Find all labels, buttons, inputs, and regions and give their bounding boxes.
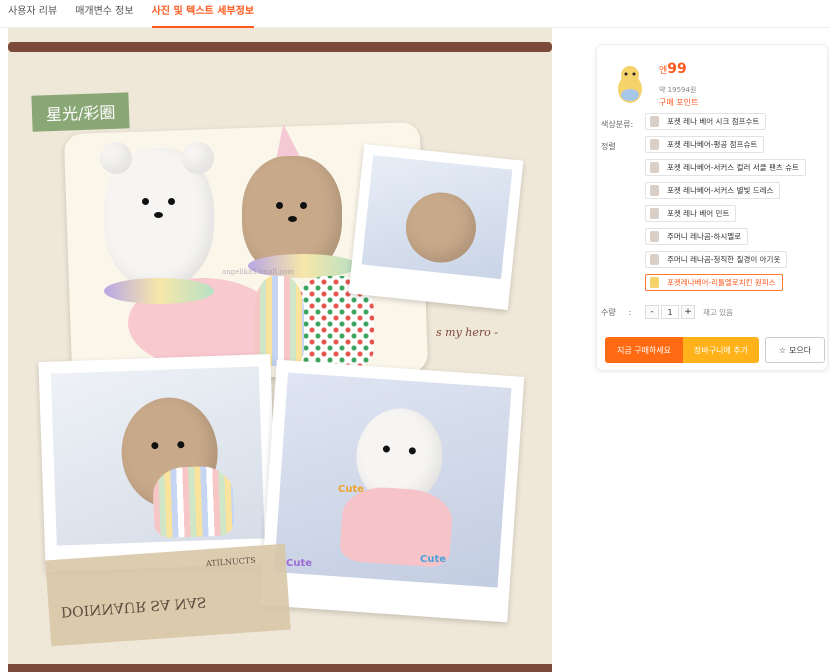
hero-caption: s my hero -	[436, 326, 498, 339]
option-thumbnail	[650, 116, 659, 127]
quantity-increase-button[interactable]: +	[681, 305, 695, 319]
option-item[interactable]: 포켓 레나베어-서커스 컬러 서클 팬츠 슈트	[645, 159, 806, 176]
newspaper-strip: DOINNAUR SA NAS ATILNUCTS	[45, 543, 291, 647]
quantity-input[interactable]: 1	[661, 305, 679, 319]
option-thumbnail	[650, 162, 659, 173]
white-bear-ring	[104, 278, 214, 304]
polaroid-bottom-right	[259, 359, 525, 623]
tab-user-reviews[interactable]: 사용자 리뷰	[8, 0, 57, 28]
purchase-points: 구매 포인트	[659, 98, 699, 107]
option-item-selected[interactable]: 포켓레나베어-리틀엘로치킨 원피스	[645, 274, 783, 291]
hero-title-label: 星光/彩圈	[31, 92, 131, 132]
tab-parameters[interactable]: 매개변수 정보	[75, 0, 133, 28]
white-bear	[100, 142, 214, 288]
option-thumbnail	[650, 185, 659, 196]
cute-sticker-1: Cute	[338, 484, 365, 495]
option-thumbnail	[650, 231, 659, 242]
option-item[interactable]: 포켓 레나 베어 민트	[645, 205, 737, 222]
option-item[interactable]: 주머니 레나곰-청직한 질경이 아기옷	[645, 251, 788, 268]
price: 엔99	[659, 61, 687, 77]
polaroid-top-right	[348, 144, 524, 310]
detail-tabs: 사용자 리뷰 매개변수 정보 사진 및 텍스트 세부정보	[0, 0, 830, 28]
tan-bear-striped-pants	[254, 276, 304, 366]
polaroid-bottom-left	[38, 354, 278, 572]
star-icon: ☆	[778, 345, 787, 355]
cute-sticker-3: Cute	[420, 554, 447, 565]
approx-price: 약 19594원	[659, 86, 697, 94]
price-section: 엔99 약 19594원 구매 포인트	[611, 55, 821, 107]
add-to-cart-button[interactable]: 장바구니에 추가	[683, 337, 759, 363]
option-thumbnail	[650, 277, 659, 288]
tab-photo-text-details[interactable]: 사진 및 텍스트 세부정보	[151, 0, 255, 28]
option-item[interactable]: 포켓 레나베어-서커스 별빛 드레스	[645, 182, 781, 199]
option-thumbnail	[650, 208, 659, 219]
cute-sticker-2: Cute	[286, 558, 313, 569]
product-detail-image: 星光/彩圈 s my hero - Cute Cute Cute DOINNAU…	[8, 28, 552, 672]
watermark: angelika5.tmall.com	[222, 268, 294, 276]
quantity-label: 수량 :	[601, 308, 632, 317]
torn-paper-top	[8, 42, 552, 52]
sort-label: 정렬	[601, 142, 616, 151]
purchase-card: 엔99 약 19594원 구매 포인트 색상분류: 정렬 포켓 레나 베어 시크…	[596, 44, 828, 371]
torn-paper-bottom	[8, 664, 552, 672]
option-thumbnail	[650, 139, 659, 150]
stock-status: 재고 있음	[703, 308, 733, 317]
quantity-stepper: - 1 +	[645, 305, 695, 319]
color-category-label: 색상분류:	[601, 120, 634, 129]
option-item[interactable]: 주머니 레나곰-하시멜로	[645, 228, 749, 245]
quantity-decrease-button[interactable]: -	[645, 305, 659, 319]
buy-now-button[interactable]: 지금 구매하세요	[605, 337, 683, 363]
option-item[interactable]: 포켓 레나베어-평공 점프슈트	[645, 136, 765, 153]
wishlist-button[interactable]: ☆ 모으다	[765, 337, 825, 363]
option-thumbnail	[650, 254, 659, 265]
action-buttons: 지금 구매하세요 장바구니에 추가 ☆ 모으다	[605, 337, 825, 363]
wishlist-label: 모으다	[789, 345, 812, 355]
product-thumbnail[interactable]	[611, 61, 649, 107]
option-item[interactable]: 포켓 레나 베어 시크 점프수트	[645, 113, 767, 130]
